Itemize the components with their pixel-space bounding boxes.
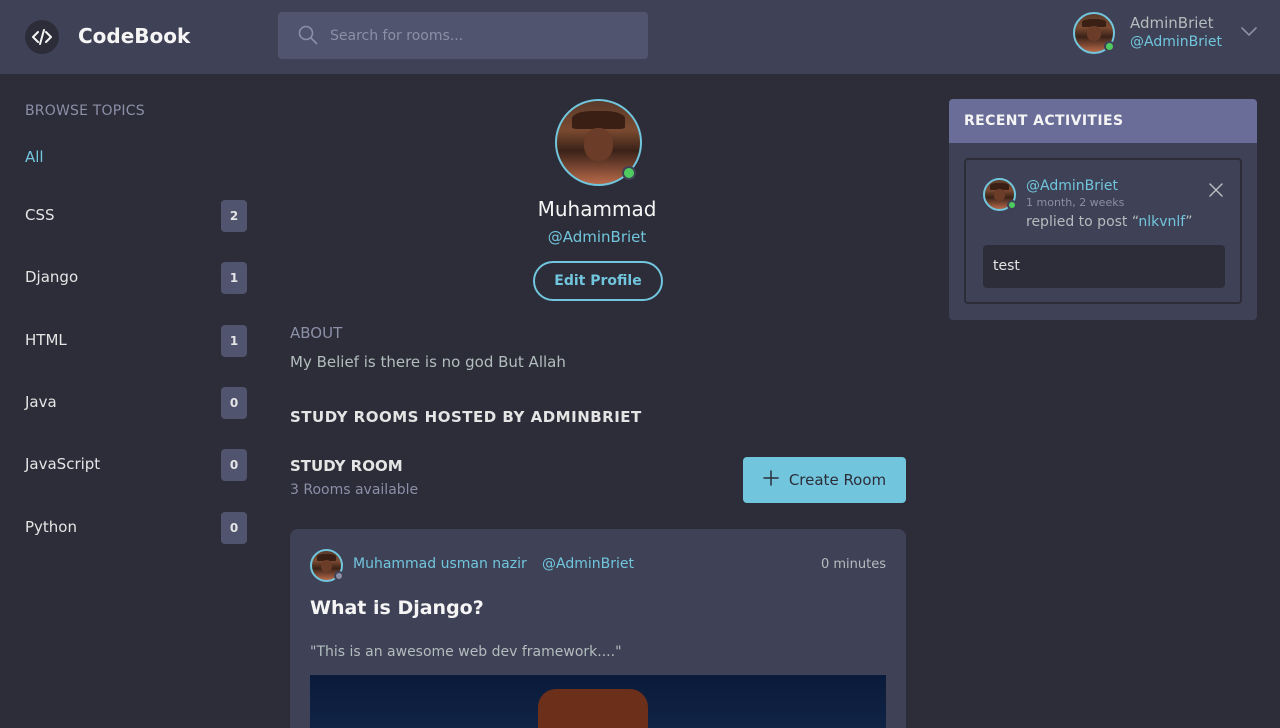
search-input[interactable]: [330, 12, 630, 59]
topic-label[interactable]: JavaScript: [25, 455, 100, 473]
topic-count-badge: 0: [221, 449, 247, 481]
about-title: ABOUT: [290, 324, 343, 342]
topic-label[interactable]: Java: [25, 393, 57, 411]
room-host-avatar[interactable]: [310, 549, 344, 582]
avatar-hat-graphic: [571, 110, 626, 130]
topic-item-java[interactable]: Java 0: [25, 387, 247, 419]
profile-handle: @AdminBriet: [547, 228, 647, 246]
topic-label[interactable]: All: [25, 148, 44, 166]
activity-post-link[interactable]: nlkvnlf: [1138, 214, 1185, 230]
code-logo-icon[interactable]: [25, 20, 59, 54]
topic-count-badge: 1: [221, 325, 247, 357]
topic-item-django[interactable]: Django 1: [25, 262, 247, 294]
offline-status-icon: [334, 571, 344, 581]
recent-activities-header: RECENT ACTIVITIES: [949, 99, 1257, 143]
topic-item-python[interactable]: Python 0: [25, 512, 247, 544]
avatar-face-graphic: [321, 560, 332, 572]
browse-topics-title: BROWSE TOPICS: [25, 103, 145, 119]
edit-profile-button[interactable]: Edit Profile: [533, 261, 663, 301]
create-room-label: Create Room: [788, 471, 887, 489]
room-timestamp: 0 minutes: [820, 557, 886, 572]
close-icon[interactable]: [1209, 182, 1223, 201]
activity-action-end: ”: [1185, 214, 1193, 230]
profile-avatar: [555, 99, 642, 186]
topic-label[interactable]: CSS: [25, 206, 55, 224]
recent-activities-panel: RECENT ACTIVITIES @AdminBriet 1 month, 2…: [949, 99, 1257, 320]
online-status-icon: [1007, 200, 1017, 210]
avatar-face-graphic: [994, 189, 1005, 201]
chevron-down-icon[interactable]: [1240, 22, 1258, 44]
topic-count-badge: 2: [221, 200, 247, 232]
topic-count-badge: 1: [221, 262, 247, 294]
recent-activities-title: RECENT ACTIVITIES: [964, 113, 1124, 129]
header-avatar[interactable]: [1073, 12, 1115, 54]
about-text: My Belief is there is no god But Allah: [290, 353, 566, 371]
header-user-name[interactable]: AdminBriet: [1130, 14, 1214, 32]
profile-name: Muhammad: [537, 197, 657, 221]
avatar-face-graphic: [583, 127, 614, 161]
topic-item-html[interactable]: HTML 1: [25, 325, 247, 357]
activity-description: replied to post “nlkvnlf”: [1026, 214, 1192, 230]
rooms-available-count: 3 Rooms available: [290, 482, 419, 498]
hat-graphic: [538, 689, 648, 728]
create-room-button[interactable]: Create Room: [743, 457, 906, 503]
room-description: "This is an awesome web dev framework...…: [310, 644, 622, 660]
activity-card: @AdminBriet 1 month, 2 weeks replied to …: [964, 158, 1242, 304]
search-icon: [298, 25, 318, 49]
activity-reply-text: test: [983, 245, 1225, 288]
study-room-title: STUDY ROOM: [290, 457, 403, 475]
app-logo-text[interactable]: CodeBook: [78, 24, 190, 48]
room-card[interactable]: Muhammad usman nazir @AdminBriet 0 minut…: [290, 529, 906, 728]
topic-count-badge: 0: [221, 512, 247, 544]
online-status-icon: [1104, 41, 1115, 52]
topic-label[interactable]: HTML: [25, 331, 67, 349]
topic-label[interactable]: Python: [25, 518, 77, 536]
activity-user-handle[interactable]: @AdminBriet: [1026, 178, 1118, 194]
topic-item-javascript[interactable]: JavaScript 0: [25, 449, 247, 481]
topic-label[interactable]: Django: [25, 268, 78, 286]
header-user-handle[interactable]: @AdminBriet: [1130, 34, 1222, 50]
topic-item-all[interactable]: All: [25, 142, 247, 174]
activity-timestamp: 1 month, 2 weeks: [1026, 196, 1125, 209]
search-bar[interactable]: [278, 12, 648, 59]
avatar-face-graphic: [1087, 26, 1101, 42]
room-title[interactable]: What is Django?: [310, 597, 484, 619]
activity-action: replied to post “: [1026, 214, 1139, 230]
room-host-handle[interactable]: @AdminBriet: [542, 556, 634, 572]
room-cover-image: [310, 675, 886, 728]
topic-item-css[interactable]: CSS 2: [25, 200, 247, 232]
room-host-name[interactable]: Muhammad usman nazir: [353, 556, 527, 572]
plus-icon: [763, 470, 779, 490]
hosted-rooms-title: STUDY ROOMS HOSTED BY ADMINBRIET: [290, 408, 642, 426]
activity-avatar[interactable]: [983, 178, 1017, 211]
online-status-icon: [622, 166, 636, 180]
topic-count-badge: 0: [221, 387, 247, 419]
top-header: CodeBook AdminBriet @AdminBriet: [0, 0, 1280, 74]
